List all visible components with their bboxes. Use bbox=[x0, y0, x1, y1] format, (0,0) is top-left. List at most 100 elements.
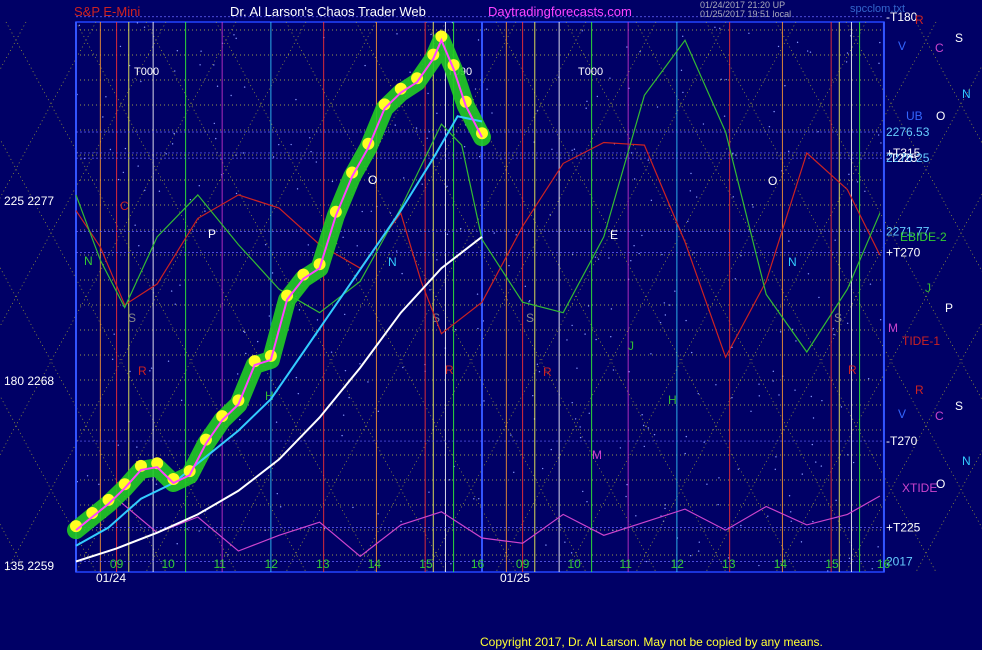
speckle-dot bbox=[199, 64, 201, 66]
speckle-dot bbox=[585, 107, 587, 109]
x-hour-label: 09 bbox=[110, 557, 124, 571]
speckle-dot bbox=[198, 185, 200, 187]
speckle-dot bbox=[478, 497, 480, 500]
speckle-dot bbox=[777, 45, 780, 48]
speckle-dot bbox=[725, 78, 727, 81]
speckle-dot bbox=[690, 351, 693, 354]
speckle-dot bbox=[426, 137, 428, 140]
lattice-line bbox=[0, 523, 27, 573]
right-tag: C bbox=[935, 409, 944, 423]
speckle-dot bbox=[237, 373, 239, 375]
speckle-dot bbox=[176, 543, 178, 545]
speckle-dot bbox=[459, 228, 462, 230]
speckle-dot bbox=[596, 95, 599, 98]
speckle-dot bbox=[669, 304, 671, 306]
speckle-dot bbox=[167, 360, 170, 362]
speckle-dot bbox=[538, 371, 541, 373]
speckle-dot bbox=[513, 471, 515, 474]
speckle-dot bbox=[653, 433, 656, 436]
speckle-dot bbox=[630, 260, 632, 262]
speckle-dot bbox=[867, 378, 870, 380]
speckle-dot bbox=[697, 392, 699, 395]
x-hour-label: 12 bbox=[671, 557, 685, 571]
speckle-dot bbox=[734, 278, 737, 280]
speckle-dot bbox=[309, 137, 311, 139]
right-tag: O bbox=[936, 109, 945, 123]
speckle-dot bbox=[815, 461, 817, 463]
speckle-dot bbox=[879, 41, 881, 44]
speckle-dot bbox=[869, 283, 872, 285]
site-url[interactable]: Daytradingforecasts.com bbox=[488, 4, 632, 19]
speckle-dot bbox=[529, 300, 531, 302]
speckle-dot bbox=[796, 41, 799, 44]
price-chart: -T180+T3152276.532276.25-T2252271.77+T27… bbox=[0, 10, 982, 585]
speckle-dot bbox=[342, 236, 344, 238]
speckle-dot bbox=[427, 92, 429, 95]
speckle-dot bbox=[682, 35, 684, 38]
speckle-dot bbox=[852, 461, 855, 464]
session-marker: R bbox=[445, 363, 454, 377]
speckle-dot bbox=[515, 234, 517, 236]
y-axis-label: 225 2277 bbox=[4, 194, 54, 208]
speckle-dot bbox=[348, 396, 350, 399]
speckle-dot bbox=[879, 318, 882, 321]
speckle-dot bbox=[186, 528, 189, 530]
speckle-dot bbox=[78, 24, 81, 27]
speckle-dot bbox=[485, 28, 488, 30]
speckle-dot bbox=[731, 396, 733, 399]
speckle-dot bbox=[216, 85, 219, 87]
speckle-dot bbox=[117, 178, 120, 181]
speckle-dot bbox=[315, 161, 317, 163]
right-tag: EBIDE-2 bbox=[900, 230, 947, 244]
speckle-dot bbox=[508, 264, 510, 267]
speckle-dot bbox=[356, 245, 358, 247]
speckle-dot bbox=[642, 424, 645, 427]
copyright: Copyright 2017, Dr. Al Larson. May not b… bbox=[480, 635, 823, 649]
speckle-dot bbox=[165, 153, 167, 155]
speckle-dot bbox=[584, 333, 586, 335]
speckle-dot bbox=[772, 380, 774, 382]
speckle-dot bbox=[279, 506, 282, 508]
speckle-dot bbox=[848, 173, 850, 176]
symbol-title: S&P E-Mini bbox=[74, 4, 141, 19]
x-hour-label: 11 bbox=[213, 557, 226, 571]
speckle-dot bbox=[877, 546, 879, 548]
speckle-dot bbox=[364, 64, 366, 67]
speckle-dot bbox=[213, 122, 216, 125]
speckle-dot bbox=[129, 370, 131, 373]
speckle-dot bbox=[571, 149, 573, 151]
session-marker: M bbox=[592, 448, 602, 462]
right-tag: S bbox=[955, 31, 963, 45]
speckle-dot bbox=[877, 134, 880, 136]
speckle-dot bbox=[105, 96, 107, 98]
speckle-dot bbox=[748, 32, 750, 34]
speckle-dot bbox=[778, 394, 780, 396]
timestamp-2: 01/25/2017 19:51 local bbox=[700, 9, 792, 19]
speckle-dot bbox=[396, 33, 398, 35]
session-marker: O bbox=[768, 174, 777, 188]
speckle-dot bbox=[809, 51, 812, 53]
speckle-dot bbox=[758, 383, 760, 385]
speckle-dot bbox=[689, 554, 692, 557]
speckle-dot bbox=[650, 353, 652, 355]
speckle-dot bbox=[638, 252, 640, 255]
speckle-dot bbox=[150, 367, 153, 369]
speckle-dot bbox=[477, 39, 480, 41]
speckle-dot bbox=[268, 315, 270, 317]
speckle-dot bbox=[663, 302, 666, 304]
right-tag: S bbox=[955, 399, 963, 413]
speckle-dot bbox=[448, 479, 451, 481]
session-marker: C bbox=[120, 199, 129, 213]
speckle-dot bbox=[840, 406, 843, 408]
speckle-dot bbox=[136, 22, 139, 24]
speckle-dot bbox=[245, 352, 247, 355]
speckle-dot bbox=[403, 177, 405, 179]
level-label: 2276.53 bbox=[886, 125, 930, 139]
y-axis-label: 135 2259 bbox=[4, 559, 54, 573]
speckle-dot bbox=[111, 358, 114, 360]
speckle-dot bbox=[779, 331, 782, 333]
speckle-dot bbox=[564, 541, 566, 543]
speckle-dot bbox=[463, 146, 466, 148]
speckle-dot bbox=[402, 366, 404, 369]
speckle-dot bbox=[257, 340, 259, 343]
